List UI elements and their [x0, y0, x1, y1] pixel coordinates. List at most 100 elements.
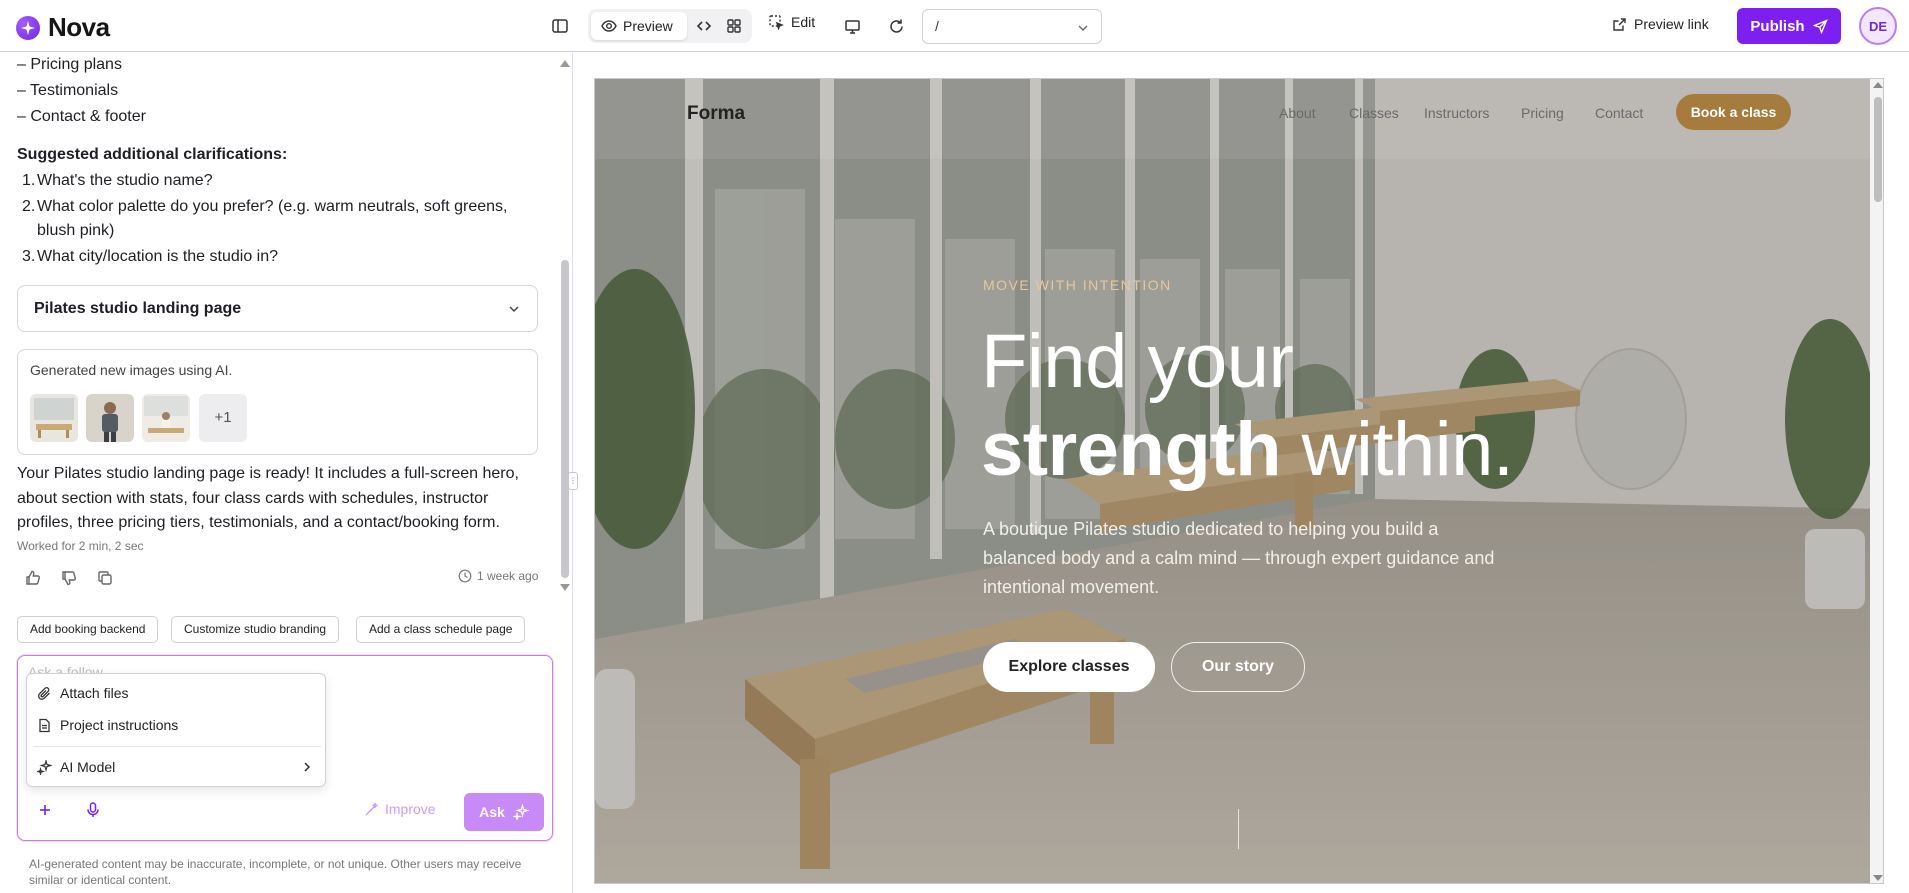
- add-attachment-button[interactable]: [36, 801, 54, 819]
- select-edit-icon: [769, 15, 784, 30]
- clarifications-heading: Suggested additional clarifications:: [17, 146, 288, 163]
- chat-scroll-thumb[interactable]: [561, 260, 569, 578]
- publish-label: Publish: [1750, 17, 1805, 35]
- preview-scroll-up-arrow[interactable]: [1873, 82, 1883, 88]
- hero-eyebrow: MOVE WITH INTENTION: [983, 277, 1172, 293]
- publish-button[interactable]: Publish: [1737, 8, 1841, 44]
- list-line: – Testimonials: [17, 82, 119, 99]
- paperclip-icon: [37, 686, 50, 700]
- microphone-icon: [87, 802, 99, 817]
- clarification-item: 3. What city/location is the studio in?: [22, 245, 542, 269]
- hero-headline-line1: Find your: [981, 319, 1294, 404]
- list-line: – Pricing plans: [17, 56, 122, 73]
- scroll-down-arrow[interactable]: [560, 584, 570, 591]
- thumbs-down-icon[interactable]: [60, 569, 80, 589]
- site-nav-about[interactable]: About: [1279, 105, 1316, 121]
- image-thumbnail[interactable]: [142, 394, 190, 442]
- preview-scroll-down-arrow[interactable]: [1873, 875, 1883, 881]
- site-nav-contact[interactable]: Contact: [1595, 105, 1643, 121]
- clarification-item: 2. What color palette do you prefer? (e.g…: [22, 195, 542, 243]
- preview-tab[interactable]: Preview: [591, 12, 687, 40]
- chevron-down-icon: [509, 306, 519, 313]
- plus-icon: [40, 805, 50, 815]
- composer-plus-menu: Attach files Project instructions AI Mod…: [26, 673, 326, 787]
- eye-icon: [601, 20, 617, 32]
- project-instructions-label: Project instructions: [60, 717, 179, 733]
- ai-model-label: AI Model: [60, 759, 116, 775]
- artifact-accordion[interactable]: Pilates studio landing page: [17, 285, 538, 332]
- send-icon: [1812, 18, 1828, 34]
- preview-scroll-thumb[interactable]: [1874, 97, 1882, 202]
- preview-link-button[interactable]: Preview link: [1612, 16, 1709, 32]
- hero-headline-line2: strength within.: [981, 405, 1514, 495]
- site-nav-instructors[interactable]: Instructors: [1424, 105, 1489, 121]
- accordion-title: Pilates studio landing page: [34, 300, 242, 317]
- clarification-number: 3.: [22, 248, 36, 265]
- desktop-viewport-icon[interactable]: [840, 14, 864, 38]
- refresh-icon[interactable]: [884, 14, 908, 38]
- attach-files-item[interactable]: Attach files: [37, 680, 317, 706]
- code-view-icon[interactable]: [692, 14, 716, 38]
- app-name: Nova: [48, 12, 110, 42]
- edit-button-label: Edit: [791, 14, 816, 30]
- sparkles-icon: [512, 804, 529, 820]
- magic-wand-icon: [365, 802, 378, 815]
- image-thumbnail[interactable]: [86, 394, 134, 442]
- clarification-number: 2.: [22, 198, 36, 215]
- document-icon: [39, 718, 50, 732]
- suggestion-chip[interactable]: Add booking backend: [17, 616, 159, 643]
- improve-button[interactable]: Improve: [364, 801, 436, 817]
- suggestion-chip[interactable]: Customize studio branding: [171, 616, 340, 643]
- list-line: – Contact & footer: [17, 108, 146, 125]
- worked-duration: Worked for 2 min, 2 sec: [17, 539, 144, 553]
- chevron-down-icon: [1078, 25, 1088, 31]
- toggle-sidebar-icon[interactable]: [548, 14, 572, 38]
- edit-button[interactable]: Edit: [768, 14, 815, 30]
- route-value: /: [935, 18, 939, 34]
- ai-model-item[interactable]: AI Model: [37, 754, 317, 780]
- ai-disclaimer: AI-generated content may be inaccurate, …: [29, 857, 522, 887]
- thumbs-up-icon[interactable]: [24, 569, 44, 589]
- project-instructions-item[interactable]: Project instructions: [37, 712, 317, 738]
- panel-resize-handle[interactable]: ⋮: [568, 472, 578, 490]
- site-nav-classes[interactable]: Classes: [1349, 105, 1399, 121]
- menu-divider: [33, 746, 321, 747]
- message-timestamp: 1 week ago: [458, 569, 538, 583]
- hero-headline-bold: strength: [981, 407, 1282, 492]
- view-mode-toggle: Preview: [588, 9, 752, 43]
- assistant-summary: Your Pilates studio landing page is read…: [17, 465, 519, 531]
- explore-classes-button[interactable]: Explore classes: [983, 642, 1155, 692]
- preview-link-label: Preview link: [1634, 16, 1709, 32]
- microphone-button[interactable]: [84, 801, 102, 819]
- more-images-badge[interactable]: +1: [199, 394, 247, 442]
- scroll-up-arrow[interactable]: [560, 60, 570, 67]
- hero-subtext: A boutique Pilates studio dedicated to h…: [983, 519, 1495, 597]
- copy-icon[interactable]: [96, 569, 116, 589]
- image-thumbnail[interactable]: [30, 394, 78, 442]
- site-brand[interactable]: Forma: [687, 103, 745, 125]
- ask-button[interactable]: Ask: [464, 793, 544, 831]
- route-select[interactable]: /: [922, 9, 1102, 44]
- generated-images-card: Generated new images using AI. +1: [17, 349, 538, 455]
- time-ago: 1 week ago: [477, 569, 539, 583]
- our-story-button[interactable]: Our story: [1171, 642, 1305, 692]
- suggestion-chip[interactable]: Add a class schedule page: [356, 616, 526, 643]
- app-logo[interactable]: Nova: [16, 12, 110, 43]
- book-class-button[interactable]: Book a class: [1676, 94, 1791, 130]
- sparkles-icon: [37, 759, 52, 775]
- scroll-indicator: [1238, 809, 1239, 849]
- external-link-icon: [1613, 17, 1626, 31]
- clarification-item: 1. What's the studio name?: [22, 169, 542, 193]
- preview-tab-label: Preview: [623, 18, 673, 34]
- generated-images-title: Generated new images using AI.: [30, 362, 233, 378]
- site-nav-pricing[interactable]: Pricing: [1521, 105, 1564, 121]
- hero-headline-rest: within.: [1281, 407, 1514, 492]
- user-avatar[interactable]: DE: [1859, 7, 1897, 45]
- top-toolbar: Nova Preview Edit / Preview link Publish: [0, 0, 1909, 52]
- clarification-text: What color palette do you prefer? (e.g. …: [37, 198, 508, 239]
- clarification-text: What's the studio name?: [37, 172, 213, 189]
- improve-label: Improve: [385, 801, 436, 817]
- grid-view-icon[interactable]: [722, 14, 746, 38]
- clarification-number: 1.: [22, 172, 36, 189]
- attach-files-label: Attach files: [60, 685, 129, 701]
